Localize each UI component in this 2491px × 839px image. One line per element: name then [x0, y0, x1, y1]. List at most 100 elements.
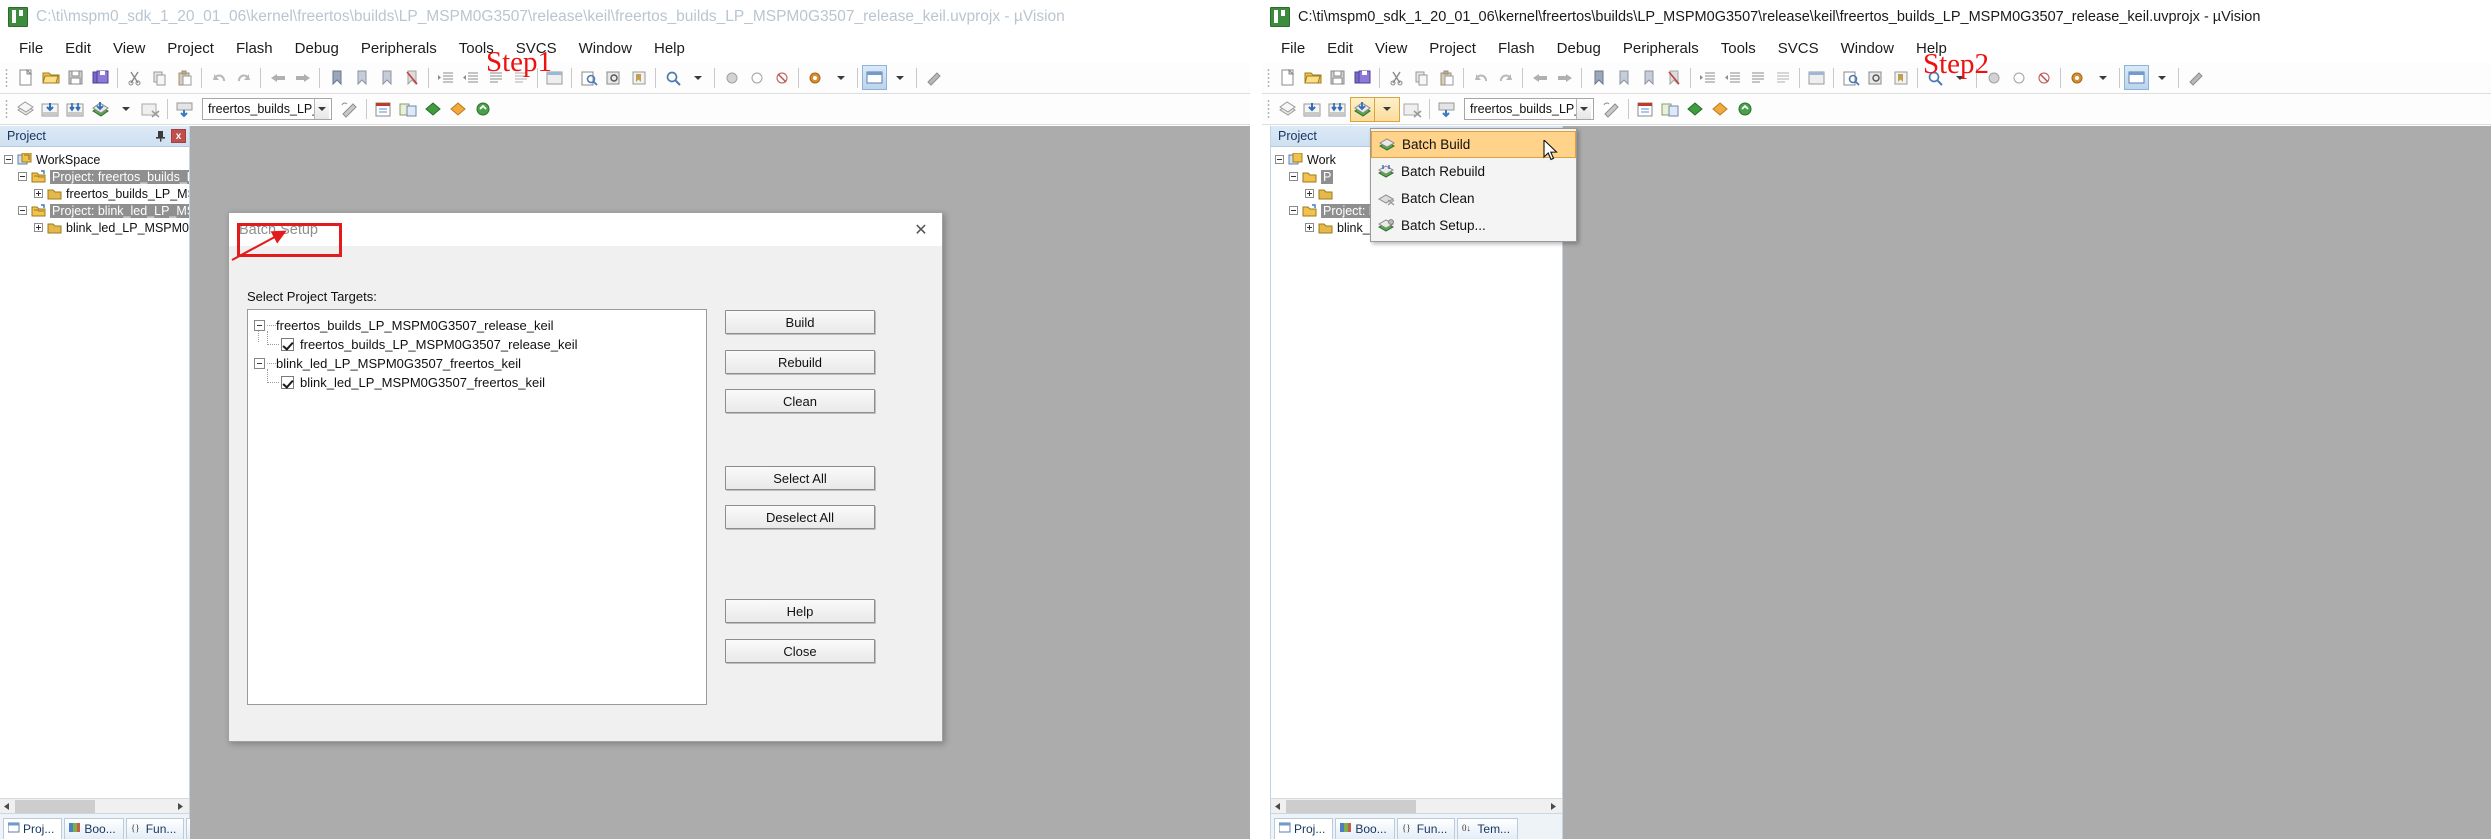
pack-installer-icon[interactable] — [1683, 97, 1708, 122]
translate-icon[interactable] — [1275, 97, 1300, 122]
menu-flash[interactable]: Flash — [225, 38, 284, 59]
navigate-back-icon[interactable] — [265, 65, 290, 90]
expander-plus-icon[interactable] — [1305, 223, 1314, 232]
menu-flash[interactable]: Flash — [1487, 38, 1546, 59]
navigate-forward-icon[interactable] — [1552, 65, 1577, 90]
menu-debug[interactable]: Debug — [284, 38, 350, 59]
customize-tools-icon[interactable] — [921, 65, 946, 90]
tab-functions[interactable]: {} Fun... — [1397, 818, 1456, 839]
rebuild-all-icon[interactable] — [63, 97, 88, 122]
menu-item-batch-setup[interactable]: Batch Setup... — [1371, 212, 1576, 239]
menu-window[interactable]: Window — [568, 38, 643, 59]
breakpoint-icon[interactable] — [719, 65, 744, 90]
clean-target-icon[interactable] — [1400, 97, 1425, 122]
select-software-packs-icon[interactable] — [446, 97, 471, 122]
toolbar-grip[interactable] — [4, 98, 10, 120]
menu-peripherals[interactable]: Peripherals — [350, 38, 448, 59]
bookmark-mark-icon[interactable] — [1888, 65, 1913, 90]
find-in-files-icon[interactable] — [1838, 65, 1863, 90]
expander-minus-icon[interactable] — [18, 206, 27, 215]
customize-tools-icon[interactable] — [2183, 65, 2208, 90]
uncomment-icon[interactable] — [1770, 65, 1795, 90]
tree-node-target-blinkled[interactable]: blink_led_LP_MSPM0G35 — [4, 219, 189, 236]
project-target-combo[interactable]: freertos_builds_LP_MSP — [1464, 98, 1594, 120]
bookmark-next-icon[interactable] — [1636, 65, 1661, 90]
options-for-target-icon[interactable] — [337, 97, 362, 122]
redo-icon[interactable] — [231, 65, 256, 90]
bookmark-toggle-icon[interactable] — [1586, 65, 1611, 90]
manage-run-time-env-icon[interactable] — [396, 97, 421, 122]
expander-minus-icon[interactable] — [1275, 155, 1284, 164]
rebuild-button[interactable]: Rebuild — [725, 350, 875, 374]
bookmark-prev-icon[interactable] — [1611, 65, 1636, 90]
chevron-down-icon[interactable] — [1576, 99, 1591, 119]
clean-target-icon[interactable] — [138, 97, 163, 122]
project-panel-hscrollbar[interactable] — [1271, 798, 1562, 813]
menu-view[interactable]: View — [1364, 38, 1418, 59]
close-icon[interactable]: x — [171, 129, 186, 143]
bookmark-clear-icon[interactable] — [1661, 65, 1686, 90]
copy-icon[interactable] — [147, 65, 172, 90]
translate-icon[interactable] — [13, 97, 38, 122]
bookmark-next-icon[interactable] — [374, 65, 399, 90]
load-to-flash-icon[interactable] — [172, 97, 197, 122]
batch-build-icon[interactable] — [1350, 97, 1375, 122]
bookmark-mark-icon[interactable] — [626, 65, 651, 90]
expander-minus-icon[interactable] — [1289, 172, 1298, 181]
target-checkbox[interactable] — [281, 338, 294, 351]
scroll-thumb[interactable] — [15, 800, 95, 813]
menu-edit[interactable]: Edit — [1316, 38, 1364, 59]
incremental-find-icon[interactable] — [601, 65, 626, 90]
build-target-icon[interactable] — [38, 97, 63, 122]
paste-icon[interactable] — [172, 65, 197, 90]
close-icon[interactable]: ✕ — [906, 217, 936, 243]
menu-help[interactable]: Help — [643, 38, 696, 59]
indent-icon[interactable] — [1695, 65, 1720, 90]
tab-books[interactable]: Boo... — [1335, 818, 1394, 839]
bookmark-prev-icon[interactable] — [349, 65, 374, 90]
manage-windows-icon[interactable] — [2124, 65, 2149, 90]
project-panel-hscrollbar[interactable] — [0, 798, 189, 813]
expander-plus-icon[interactable] — [34, 189, 43, 198]
bookmark-toggle-icon[interactable] — [324, 65, 349, 90]
new-file-icon[interactable] — [13, 65, 38, 90]
navigate-back-icon[interactable] — [1527, 65, 1552, 90]
expander-plus-icon[interactable] — [34, 223, 43, 232]
expander-minus-icon[interactable] — [1289, 206, 1298, 215]
menu-window[interactable]: Window — [1830, 38, 1905, 59]
configuration-caret-icon[interactable] — [828, 65, 853, 90]
manage-project-items-icon[interactable] — [371, 97, 396, 122]
scroll-left-icon[interactable] — [0, 799, 15, 814]
menu-svcs[interactable]: SVCS — [1767, 38, 1830, 59]
manage-windows-caret-icon[interactable] — [2149, 65, 2174, 90]
breakpoint-clear-icon[interactable] — [769, 65, 794, 90]
chevron-down-icon[interactable] — [314, 99, 329, 119]
menu-tools[interactable]: Tools — [1710, 38, 1767, 59]
zoom-dropdown-icon[interactable] — [660, 65, 685, 90]
copy-icon[interactable] — [1409, 65, 1434, 90]
build-button[interactable]: Build — [725, 310, 875, 334]
expander-plus-icon[interactable] — [1305, 189, 1314, 198]
tab-templates[interactable]: 0↓ Tem... — [1457, 818, 1518, 839]
help-button[interactable]: Help — [725, 599, 875, 623]
menu-peripherals[interactable]: Peripherals — [1612, 38, 1710, 59]
load-to-flash-icon[interactable] — [1434, 97, 1459, 122]
menu-debug[interactable]: Debug — [1546, 38, 1612, 59]
target-checkbox[interactable] — [281, 376, 294, 389]
scroll-right-icon[interactable] — [1547, 799, 1562, 814]
build-target-icon[interactable] — [1300, 97, 1325, 122]
manage-project-items-icon[interactable] — [1633, 97, 1658, 122]
toolbar-grip[interactable] — [1266, 98, 1272, 120]
save-all-icon[interactable] — [88, 65, 113, 90]
breakpoint-clear-icon[interactable] — [2031, 65, 2056, 90]
undo-icon[interactable] — [206, 65, 231, 90]
pack-update-icon[interactable] — [1733, 97, 1758, 122]
configuration-wizard-icon[interactable] — [803, 65, 828, 90]
batch-build-caret-icon[interactable] — [113, 97, 138, 122]
window-layout-icon[interactable] — [1804, 65, 1829, 90]
options-for-target-icon[interactable] — [1599, 97, 1624, 122]
cut-icon[interactable] — [1384, 65, 1409, 90]
new-file-icon[interactable] — [1275, 65, 1300, 90]
bookmark-clear-icon[interactable] — [399, 65, 424, 90]
outdent-icon[interactable] — [1720, 65, 1745, 90]
